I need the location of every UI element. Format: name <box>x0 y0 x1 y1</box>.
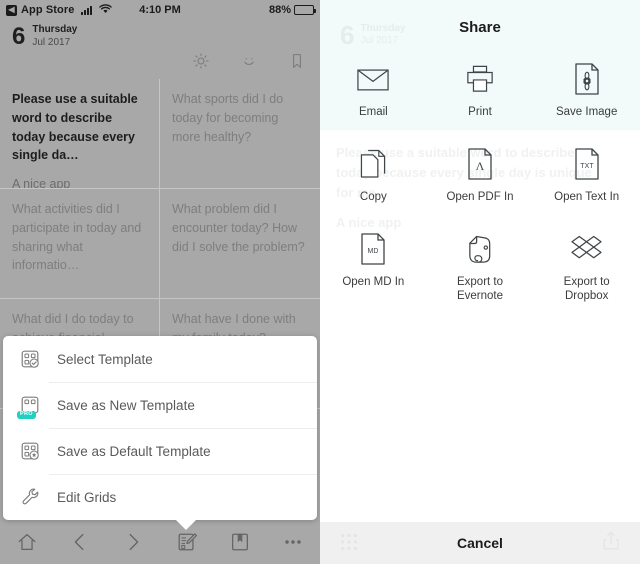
journal-cell[interactable]: What activities did I participate in tod… <box>0 189 160 299</box>
battery-icon <box>294 5 316 15</box>
share-action-print[interactable]: Print <box>427 55 534 140</box>
md-file-icon: MD <box>356 231 390 267</box>
image-file-icon <box>570 61 604 97</box>
share-action-label: Export to Evernote <box>456 276 504 303</box>
share-action-copy[interactable]: Copy <box>320 140 427 225</box>
share-action-open-md[interactable]: MD Open MD In <box>320 225 427 310</box>
share-action-email[interactable]: Email <box>320 55 427 140</box>
date-weekday: Thursday <box>32 24 78 35</box>
date-month-year: Jul 2017 <box>32 36 71 48</box>
chevron-left-icon[interactable] <box>69 531 91 553</box>
bookmark-book-icon[interactable] <box>229 531 251 553</box>
journal-cell-question: What activities did I participate in tod… <box>12 202 142 273</box>
share-sheet-panel: 6 Thursday Jul 2017 Please use a suitabl… <box>320 0 640 564</box>
share-action-label: Save Image <box>555 106 618 118</box>
share-action-grid: Email Print Save Image Copy Λ Open PDF I… <box>320 55 640 310</box>
template-new-icon: PRO <box>17 394 41 419</box>
share-action-open-text[interactable]: TXT Open Text In <box>533 140 640 225</box>
share-action-open-pdf[interactable]: Λ Open PDF In <box>427 140 534 225</box>
date-day-number: 6 <box>12 22 26 50</box>
share-action-save-image[interactable]: Save Image <box>533 55 640 140</box>
evernote-icon <box>463 231 497 267</box>
share-action-label: Open MD In <box>342 276 405 288</box>
wrench-icon <box>19 486 41 508</box>
status-bar-clock: 4:10 PM <box>139 4 181 16</box>
status-bar: ◀ App Store 4:10 PM 88% <box>0 0 320 20</box>
share-action-export-evernote[interactable]: Export to Evernote <box>427 225 534 310</box>
screen-root: ◀ App Store 4:10 PM 88% 6 Thursday Jul 2… <box>0 0 640 564</box>
template-check-icon <box>19 348 41 370</box>
menu-item-select-template[interactable]: Select Template <box>3 336 317 382</box>
date-header[interactable]: 6 Thursday Jul 2017 <box>12 24 77 49</box>
journal-cell-question: What problem did I encounter today? How … <box>172 202 305 254</box>
share-action-label: Email <box>358 106 388 118</box>
share-row: MD Open MD In Export to Evernote Export … <box>320 225 640 310</box>
bottom-toolbar <box>0 520 320 564</box>
brightness-icon[interactable] <box>192 52 210 70</box>
journal-cell-question: Please use a suitable word to describe t… <box>12 92 138 163</box>
journal-cell-answer: A nice app <box>12 177 71 189</box>
printer-icon <box>463 61 497 97</box>
more-icon[interactable] <box>282 531 304 553</box>
header-icon-group <box>192 52 306 70</box>
menu-item-edit-grids[interactable]: Edit Grids <box>3 474 317 520</box>
share-action-label: Print <box>468 106 492 118</box>
share-row: Email Print Save Image <box>320 55 640 140</box>
share-sheet-title: Share <box>459 19 501 36</box>
mood-icon[interactable] <box>240 52 258 70</box>
ghost-grid-icon <box>338 531 360 558</box>
share-action-label: Open PDF In <box>446 191 514 203</box>
journal-cell[interactable]: What problem did I encounter today? How … <box>160 189 320 299</box>
menu-item-save-default-template[interactable]: Save as Default Template <box>3 428 317 474</box>
menu-item-label: Edit Grids <box>57 489 117 505</box>
bookmark-icon[interactable] <box>288 52 306 70</box>
share-cancel-button[interactable]: Cancel <box>320 522 640 564</box>
share-action-label: Export to Dropbox <box>563 276 610 303</box>
pro-badge: PRO <box>17 410 36 419</box>
chevron-right-icon[interactable] <box>122 531 144 553</box>
menu-item-label: Save as New Template <box>57 397 195 413</box>
journal-cell[interactable]: Please use a suitable word to describe t… <box>0 79 160 189</box>
share-action-label: Open Text In <box>554 191 620 203</box>
menu-item-label: Select Template <box>57 351 153 367</box>
share-action-export-dropbox[interactable]: Export to Dropbox <box>533 225 640 310</box>
txt-file-icon: TXT <box>570 146 604 182</box>
home-icon[interactable] <box>16 531 38 553</box>
template-menu-popup: Select Template PRO Save as New Template <box>3 336 317 530</box>
ghost-share-icon <box>600 530 622 557</box>
share-action-label: Copy <box>359 191 387 203</box>
template-default-icon <box>19 440 41 462</box>
pdf-file-icon: Λ <box>463 146 497 182</box>
menu-item-save-new-template[interactable]: PRO Save as New Template <box>3 382 317 428</box>
template-edit-icon[interactable] <box>176 531 198 553</box>
journal-cell[interactable]: What sports did I do today for becoming … <box>160 79 320 189</box>
share-row: Copy Λ Open PDF In TXT Open Text In <box>320 140 640 225</box>
menu-item-label: Save as Default Template <box>57 443 211 459</box>
journal-app-panel: ◀ App Store 4:10 PM 88% 6 Thursday Jul 2… <box>0 0 320 564</box>
copy-icon <box>356 146 390 182</box>
svg-text:MD: MD <box>368 248 379 255</box>
svg-text:TXT: TXT <box>580 163 594 170</box>
dropbox-icon <box>570 231 604 267</box>
svg-text:Λ: Λ <box>476 159 485 173</box>
envelope-icon <box>356 61 390 97</box>
share-cancel-label: Cancel <box>457 535 503 551</box>
journal-cell-question: What sports did I do today for becoming … <box>172 92 284 144</box>
